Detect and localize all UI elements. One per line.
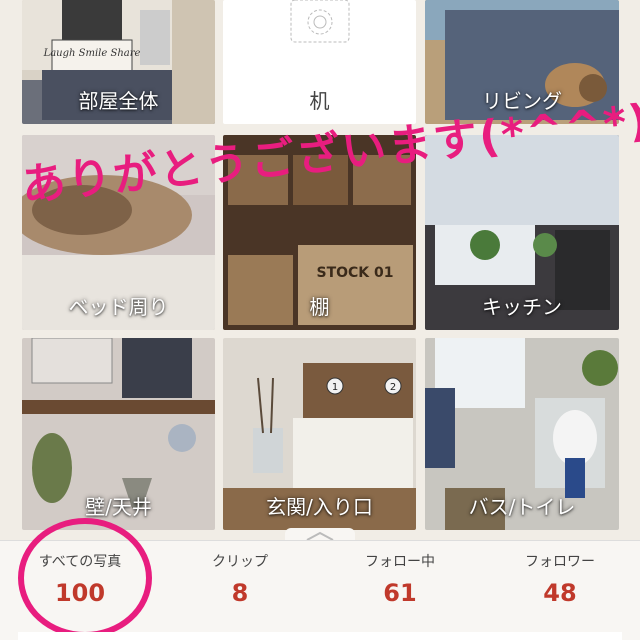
tile-bath-toilet[interactable]: バス/トイレ (425, 338, 619, 530)
tile-label: リビング (482, 89, 562, 113)
drawer-number-1: 1 (332, 382, 338, 393)
stat-followers[interactable]: フォロワー 48 (480, 551, 640, 607)
tile-label: ベッド周り (68, 295, 169, 319)
stat-label: フォロー中 (365, 554, 435, 570)
profile-stats-bar: すべての写真 100 クリップ 8 フォロー中 61 フォロワー 48 (0, 540, 640, 640)
tile-label: 部屋全体 (78, 89, 159, 113)
tile-bedside[interactable]: ベッド周り (22, 135, 215, 330)
bottom-strip (18, 632, 622, 640)
stat-value: 48 (543, 579, 577, 607)
stat-label: すべての写真 (38, 554, 122, 570)
stat-following[interactable]: フォロー中 61 (320, 551, 480, 607)
tile-label: キッチン (482, 295, 562, 319)
stat-label: クリップ (212, 554, 268, 570)
tile-whole-room[interactable]: Laugh Smile Share 部屋全体 (22, 0, 215, 124)
tile-label: 壁/天井 (85, 495, 152, 519)
stat-value: 8 (231, 579, 249, 607)
tile-label: 棚 (309, 295, 330, 319)
tile-label: 机 (309, 89, 330, 113)
stat-all-photos[interactable]: すべての写真 100 (0, 551, 160, 607)
room-category-grid: Laugh Smile Share 部屋全体 机 リビング ベッド周り STOC… (0, 0, 640, 540)
tile-entrance[interactable]: 1 2 玄関/入り口 (223, 338, 416, 530)
pillow-text: Laugh Smile Share (43, 48, 141, 59)
stat-clips[interactable]: クリップ 8 (160, 551, 320, 607)
stat-value: 61 (383, 579, 417, 607)
tile-label: バス/トイレ (468, 495, 576, 519)
tile-wall-ceiling[interactable]: 壁/天井 (22, 338, 215, 530)
drawer-number-2: 2 (390, 382, 396, 393)
stat-label: フォロワー (525, 554, 595, 570)
crate-text: STOCK 01 (316, 265, 393, 281)
tile-desk[interactable]: 机 (223, 0, 416, 124)
stat-value: 100 (54, 579, 106, 607)
tile-shelf[interactable]: STOCK 01 棚 (223, 135, 416, 330)
tile-kitchen[interactable]: キッチン (425, 135, 619, 330)
tile-living[interactable]: リビング (425, 0, 619, 124)
tile-label: 玄関/入り口 (266, 495, 373, 519)
